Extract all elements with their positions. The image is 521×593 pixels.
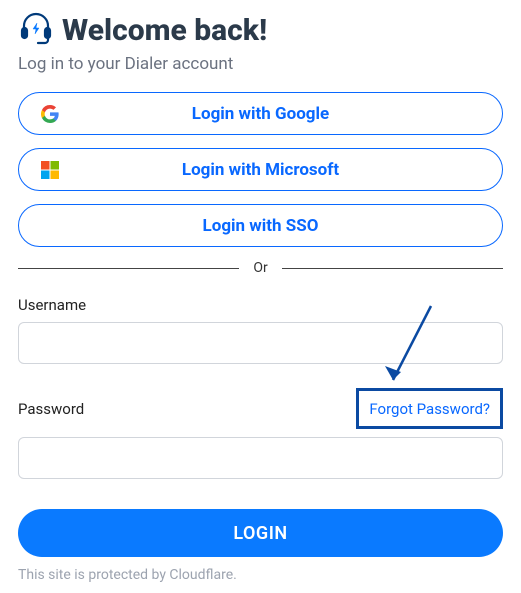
password-label: Password: [18, 400, 84, 418]
google-button-label: Login with Google: [192, 104, 329, 124]
page-title: Welcome back!: [62, 13, 267, 48]
username-label: Username: [18, 296, 503, 314]
password-input[interactable]: [18, 437, 503, 479]
login-google-button[interactable]: Login with Google: [18, 92, 503, 135]
login-header: Welcome back!: [18, 10, 503, 50]
forgot-password-highlight: Forgot Password?: [356, 388, 503, 429]
microsoft-button-label: Login with Microsoft: [182, 160, 339, 180]
login-button[interactable]: LOGIN: [18, 509, 503, 557]
login-sso-button[interactable]: Login with SSO: [18, 204, 503, 247]
microsoft-icon: [41, 161, 59, 179]
login-microsoft-button[interactable]: Login with Microsoft: [18, 148, 503, 191]
page-subtitle: Log in to your Dialer account: [18, 54, 503, 74]
username-input[interactable]: [18, 322, 503, 364]
forgot-password-link[interactable]: Forgot Password?: [369, 400, 490, 418]
google-icon: [41, 105, 59, 123]
divider: Or: [18, 260, 503, 276]
headset-bolt-icon: [18, 10, 54, 50]
cloudflare-notice: This site is protected by Cloudflare.: [18, 567, 503, 583]
divider-label: Or: [239, 260, 281, 276]
sso-button-label: Login with SSO: [203, 216, 319, 236]
